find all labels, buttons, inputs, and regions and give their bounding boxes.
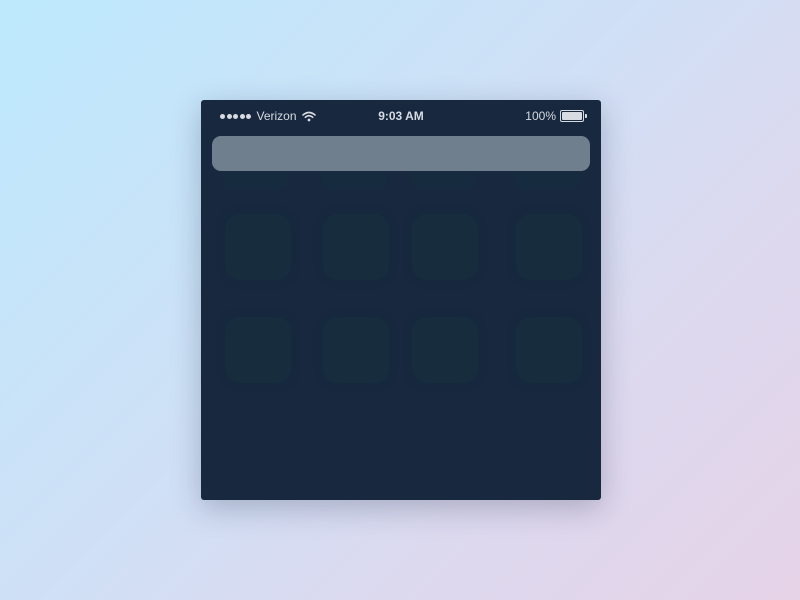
app-icon-slot[interactable] <box>323 317 389 383</box>
faint-app-slot <box>222 172 288 190</box>
battery-fill <box>562 112 582 120</box>
app-icon-slot[interactable] <box>225 317 291 383</box>
battery-percentage: 100% <box>525 109 556 123</box>
faint-app-slot <box>514 172 580 190</box>
app-icon-slot[interactable] <box>412 214 478 280</box>
battery-icon <box>560 110 587 122</box>
app-icon-slot[interactable] <box>516 317 582 383</box>
phone-screen: Verizon 9:03 AM 100% <box>201 100 601 500</box>
faint-app-slot <box>321 172 387 190</box>
search-bar[interactable] <box>212 136 590 171</box>
app-icon-slot[interactable] <box>516 214 582 280</box>
status-bar: Verizon 9:03 AM 100% <box>201 100 601 132</box>
app-icon-slot[interactable] <box>225 214 291 280</box>
battery-tip <box>585 114 587 118</box>
faint-app-slot <box>410 172 476 190</box>
app-icon-slot[interactable] <box>323 214 389 280</box>
app-icon-slot[interactable] <box>412 317 478 383</box>
status-right: 100% <box>525 109 587 123</box>
